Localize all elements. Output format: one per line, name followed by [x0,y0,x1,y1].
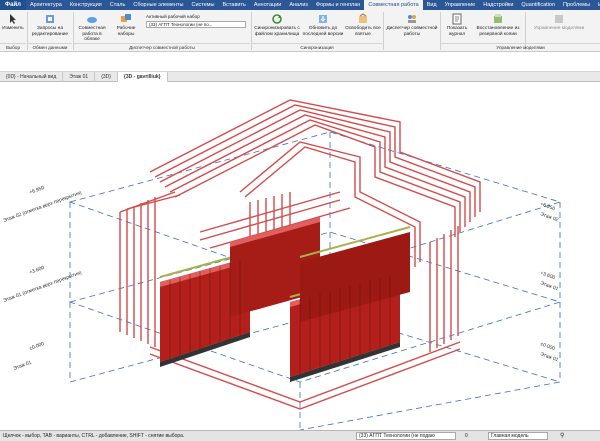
options-bar [0,52,600,72]
level-label-left-low-elev: ±0.000 [29,341,46,352]
relinquish-button[interactable]: Освободить все взятые [345,13,381,37]
ribbon-tab-4[interactable]: Сборные элементы [129,0,187,10]
panel-manage-models-label: Управление моделями [441,43,600,51]
sync-central-button[interactable]: Синхронизировать с файлом хранилища [253,13,301,37]
show-history-button[interactable]: Показать журнал [442,13,472,37]
ribbon-tab-2[interactable]: Конструкция [66,0,106,10]
level-label-left-upper-name: Этаж 02 (отметка верх перекрытия) [3,190,83,224]
panel-sync-label: Синхронизация [252,43,382,51]
ribbon-tab-12[interactable]: Управление [441,0,480,10]
cloud-icon [87,17,97,23]
relinquish-icon [359,13,367,23]
level-label-left-low-name: Этаж 01 [13,360,33,372]
reload-latest-button[interactable]: Обновить до последней версии [302,13,344,37]
ribbon-tab-10[interactable]: Совместная работа [364,0,423,10]
ribbon-tab-7[interactable]: Аннотации [250,0,286,10]
ribbon-tab-3[interactable]: Сталь [106,0,130,10]
level-label-left-mid-name: Этаж 01 (отметка верх перекрытия) [3,270,83,304]
worksets-icon [121,14,131,22]
ribbon-tab-14[interactable]: Quantification [517,0,559,10]
active-workset-label: Активный рабочий набор [146,14,200,19]
view-tab-3d[interactable]: {3D} [95,72,118,82]
view-tab-strip: {0D} - Начальный вид Этаж 01 {3D} {3D - … [0,72,600,82]
view-tab-start[interactable]: {0D} - Начальный вид [0,72,64,82]
ribbon-tab-strip: Файл Архитектура Конструкция Сталь Сборные э… [0,0,600,10]
backup-icon [494,14,502,23]
status-zero: 0 [465,433,468,439]
ribbon-tab-16[interactable]: Инструм [594,0,600,10]
ribbon: Изменить Выбор Запросы на редактирование… [0,10,600,52]
ribbon-tab-5[interactable]: Системы [187,0,218,10]
worksets-button[interactable]: Рабочие наборы [110,13,142,37]
panel-exchange-label: Обмен данными [28,43,72,51]
level-label-right-low-name: Этаж 01 [539,351,559,363]
ribbon-tab-13[interactable]: Надстройки [479,0,517,10]
3d-model-drawing: +6.950 Этаж 02 (отметка верх перекрытия)… [3,99,562,431]
ribbon-tab-6[interactable]: Вставить [219,0,250,10]
edit-requests-button[interactable]: Запросы на редактирование [29,13,71,37]
panel-manage-collab-label: Диспетчер совместной работы [74,43,250,51]
reload-icon [319,15,327,23]
status-bar: Щелчок - выбор, TAB - варианты, CTRL - д… [0,430,600,441]
level-label-right-mid-name: Этаж 01 [539,280,559,292]
level-label-left-upper-elev: +6.950 [29,185,46,196]
divider [383,12,384,50]
level-label-right-upper-name: Этаж 02 [539,211,559,223]
collab-manager-button[interactable]: Диспетчер совместной работы [386,13,438,37]
filter-icon[interactable]: ⚲ [560,431,564,441]
ribbon-tab-8[interactable]: Анализ [285,0,312,10]
status-model-dropdown[interactable]: Главная модель [488,432,548,440]
3d-view-canvas[interactable]: +6.950 Этаж 02 (отметка верх перекрытия)… [0,82,600,431]
modify-button[interactable]: Изменить [2,13,24,32]
ribbon-tab-1[interactable]: Архитектура [26,0,66,10]
level-label-left-mid-elev: +3.600 [29,265,46,276]
cloud-collab-button[interactable]: Совместная работа в облаке [75,13,109,43]
restore-backup-button[interactable]: Восстановление из резервной копии [473,13,523,37]
manage-models-button[interactable]: Управление моделями [530,13,588,32]
manage-models-icon [555,15,563,23]
ribbon-tab-11[interactable]: Вид [423,0,441,10]
panel-select-label: Выбор [0,43,26,51]
ribbon-tab-0[interactable]: Файл [0,0,26,10]
cursor-icon [10,14,16,24]
view-tab-3d-user[interactable]: {3D - gavrilliuk} [117,72,168,82]
sync-icon [272,14,282,24]
status-workset-dropdown[interactable]: (33) АГПТ Технологии (не подаю [356,432,456,440]
collab-manager-icon [408,15,416,23]
history-icon [452,13,462,25]
status-hint: Щелчок - выбор, TAB - варианты, CTRL - д… [3,433,185,439]
ribbon-tab-9[interactable]: Формы и генплан [312,0,364,10]
view-tab-level01[interactable]: Этаж 01 [63,72,96,82]
ribbon-tab-15[interactable]: Проблемы [559,0,594,10]
edit-request-icon [46,15,54,23]
active-workset-dropdown[interactable]: (33) АГПТ Технологии (не по... [146,21,246,28]
